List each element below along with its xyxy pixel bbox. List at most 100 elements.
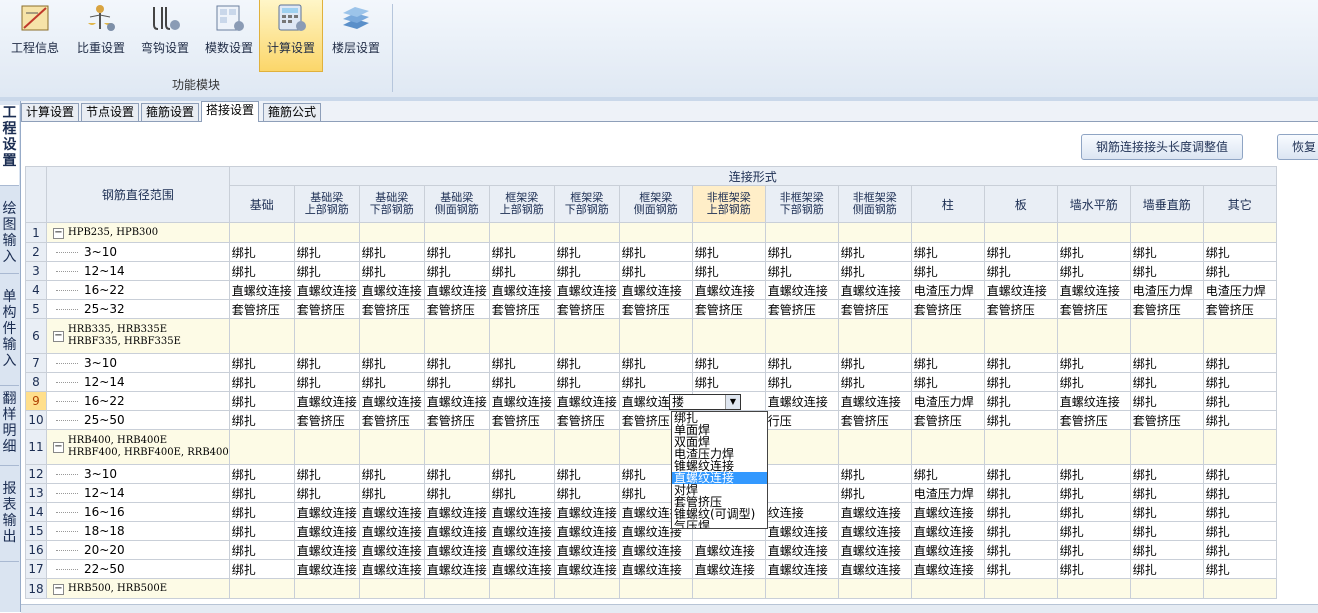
connection-cell[interactable]: 直螺纹连接 — [293, 540, 360, 560]
connection-cell[interactable]: 绑扎 — [983, 540, 1058, 560]
table-row[interactable]: 4 16~22 直螺纹连接 直螺纹连接 直螺纹连接 直螺纹连接 直螺纹连接 直螺纹连接 直螺纹连… — [25, 280, 1277, 300]
connection-cell[interactable]: 直螺纹连接 — [983, 280, 1058, 300]
connection-cell[interactable]: 绑扎 — [1129, 521, 1204, 541]
connection-cell[interactable]: 绑扎 — [764, 353, 839, 373]
connection-cell[interactable]: 套管挤压 — [1129, 410, 1204, 430]
table-row[interactable]: 10 25~50 绑扎 套管挤压 套管挤压 套管挤压 套管挤压 套管挤压 套管挤压 行压 套管挤压套… — [25, 410, 1277, 430]
connection-cell[interactable]: 直螺纹连接 — [358, 280, 425, 300]
connection-cell[interactable]: 绑扎 — [910, 353, 985, 373]
column-header[interactable]: 墙水平筋 — [1056, 185, 1131, 223]
connection-cell[interactable]: 绑扎 — [1056, 540, 1131, 560]
connection-cell[interactable]: 直螺纹连接 — [1056, 280, 1131, 300]
connection-cell[interactable]: 绑扎 — [983, 559, 1058, 579]
connection-cell[interactable]: 直螺纹连接 — [764, 391, 839, 411]
connection-cell[interactable]: 电渣压力焊 — [1129, 280, 1204, 300]
connection-cell[interactable]: 绑扎 — [488, 261, 555, 281]
connection-cell[interactable]: 绑扎 — [553, 242, 620, 262]
connection-cell[interactable]: 直螺纹连接 — [423, 559, 490, 579]
connection-cell[interactable]: 绑扎 — [691, 261, 766, 281]
restore-button[interactable]: 恢复 — [1277, 134, 1318, 160]
table-row[interactable]: 5 25~32 套管挤压 套管挤压 套管挤压 套管挤压 套管挤压 套管挤压 套管挤压 套管挤压 套管… — [25, 299, 1277, 319]
connection-cell[interactable]: 直螺纹连接 — [837, 502, 912, 522]
chevron-down-icon[interactable]: ▼ — [725, 395, 740, 409]
connection-cell[interactable]: 绑扎 — [293, 242, 360, 262]
connection-cell[interactable]: 行压 — [764, 410, 839, 430]
collapse-icon[interactable]: − — [53, 441, 64, 453]
connection-cell[interactable]: 绑扎 — [837, 242, 912, 262]
connection-cell[interactable]: 绑扎 — [1202, 483, 1277, 503]
connection-cell[interactable]: 绑扎 — [1202, 242, 1277, 262]
connection-cell[interactable]: 电渣压力焊 — [910, 280, 985, 300]
connection-cell[interactable]: 绑扎 — [293, 372, 360, 392]
tab-node-settings[interactable]: 节点设置 — [81, 103, 140, 121]
column-header[interactable]: 基础梁 侧面钢筋 — [423, 185, 490, 223]
connection-cell[interactable]: 套管挤压 — [1202, 299, 1277, 319]
connection-cell[interactable]: 绑扎 — [983, 483, 1058, 503]
connection-cell[interactable]: 套管挤压 — [553, 410, 620, 430]
connection-cell[interactable]: 直螺纹连接 — [553, 540, 620, 560]
collapse-icon[interactable]: − — [53, 227, 64, 239]
connection-cell[interactable]: 直螺纹连接 — [488, 540, 555, 560]
connection-cell[interactable]: 套管挤压 — [910, 410, 985, 430]
connection-cell[interactable]: 绑扎 — [488, 464, 555, 484]
connection-cell[interactable]: 直螺纹连接 — [910, 521, 985, 541]
row-number[interactable]: 13 — [25, 483, 47, 503]
connection-cell[interactable]: 绑扎 — [837, 464, 912, 484]
group-row[interactable]: 1− HPB235, HPB300 — [25, 222, 1277, 243]
connection-cell[interactable]: 绑扎 — [228, 261, 295, 281]
connection-cell[interactable]: 绑扎 — [423, 372, 490, 392]
side-tab-1[interactable]: 工程设置 — [0, 105, 19, 186]
connection-cell[interactable]: 绑扎 — [1129, 483, 1204, 503]
connection-cell[interactable]: 直螺纹连接 — [618, 280, 693, 300]
tab-lap-settings[interactable]: 搭接设置 — [201, 101, 260, 122]
connection-cell[interactable]: 绑扎 — [1129, 261, 1204, 281]
connection-cell[interactable]: 绑扎 — [228, 464, 295, 484]
column-header[interactable]: 柱 — [910, 185, 985, 223]
group-row[interactable]: 11− HRB400, HRB400E HRBF400, HRBF400E, RRB… — [25, 429, 1277, 465]
connection-cell[interactable]: 套管挤压 — [1129, 299, 1204, 319]
connection-cell[interactable]: 绑扎 — [910, 372, 985, 392]
modulus-button[interactable]: 模数设置 — [198, 0, 260, 72]
connection-cell[interactable]: 套管挤压 — [228, 299, 295, 319]
connection-cell[interactable]: 绑扎 — [1202, 464, 1277, 484]
column-header[interactable]: 框架梁 侧面钢筋 — [618, 185, 693, 223]
collapse-icon[interactable]: − — [53, 583, 64, 595]
tab-stirrup-settings[interactable]: 箍筋设置 — [141, 103, 200, 121]
connection-cell[interactable]: 套管挤压 — [488, 299, 555, 319]
connection-cell[interactable]: 绑扎 — [1129, 540, 1204, 560]
table-row[interactable]: 2 3~10 绑扎 绑扎 绑扎 绑扎 绑扎 绑扎 绑扎 绑扎 绑扎 绑扎 绑扎 绑扎 绑扎 绑扎 绑扎 — [25, 242, 1277, 262]
connection-cell[interactable]: 绑扎 — [553, 372, 620, 392]
connection-cell[interactable]: 直螺纹连接 — [837, 521, 912, 541]
connection-cell[interactable]: 直螺纹连接 — [358, 559, 425, 579]
table-row[interactable]: 7 3~10 绑扎 绑扎 绑扎 绑扎 绑扎 绑扎 绑扎 绑扎 绑扎 绑扎 绑扎 绑扎 绑扎 绑扎 绑扎 — [25, 353, 1277, 373]
connection-cell[interactable]: 直螺纹连接 — [837, 280, 912, 300]
connection-cell[interactable] — [764, 464, 839, 484]
connection-cell[interactable]: 绑扎 — [1202, 261, 1277, 281]
connection-cell[interactable]: 直螺纹连接 — [488, 502, 555, 522]
connection-type-combo[interactable]: 搂 ▼ — [669, 394, 741, 410]
table-row[interactable]: 12 3~10 绑扎 绑扎 绑扎 绑扎 绑扎 绑扎 绑扎 绑扎 绑扎 绑扎 绑扎 绑扎 绑扎 — [25, 464, 1277, 484]
connection-cell[interactable]: 直螺纹连接 — [293, 502, 360, 522]
connection-cell[interactable]: 绑扎 — [1056, 242, 1131, 262]
connection-cell[interactable]: 绑扎 — [358, 353, 425, 373]
row-number[interactable]: 11 — [25, 429, 47, 465]
row-number[interactable]: 8 — [25, 372, 47, 392]
connection-cell[interactable]: 直螺纹连接 — [553, 280, 620, 300]
connection-cell[interactable]: 套管挤压 — [837, 299, 912, 319]
column-header[interactable]: 非框架梁 下部钢筋 — [764, 185, 839, 223]
connection-cell[interactable]: 直螺纹连接 — [910, 502, 985, 522]
connection-cell[interactable]: 直螺纹连接 — [1056, 391, 1131, 411]
row-number[interactable]: 3 — [25, 261, 47, 281]
row-number[interactable]: 1 — [25, 222, 47, 243]
column-header[interactable]: 基础梁 下部钢筋 — [358, 185, 425, 223]
connection-cell[interactable]: 绑扎 — [228, 483, 295, 503]
connection-cell[interactable]: 直螺纹连接 — [228, 280, 295, 300]
connection-cell[interactable]: 绑扎 — [358, 372, 425, 392]
connection-cell[interactable]: 绑扎 — [618, 353, 693, 373]
connection-cell[interactable]: 绑扎 — [1129, 559, 1204, 579]
tab-stirrup-formula[interactable]: 箍筋公式 — [263, 103, 322, 121]
connection-cell[interactable]: 套管挤压 — [1056, 410, 1131, 430]
connection-cell[interactable]: 绑扎 — [618, 372, 693, 392]
connection-cell[interactable]: 直螺纹连接 — [691, 559, 766, 579]
connection-cell[interactable]: 直螺纹连接 — [423, 391, 490, 411]
